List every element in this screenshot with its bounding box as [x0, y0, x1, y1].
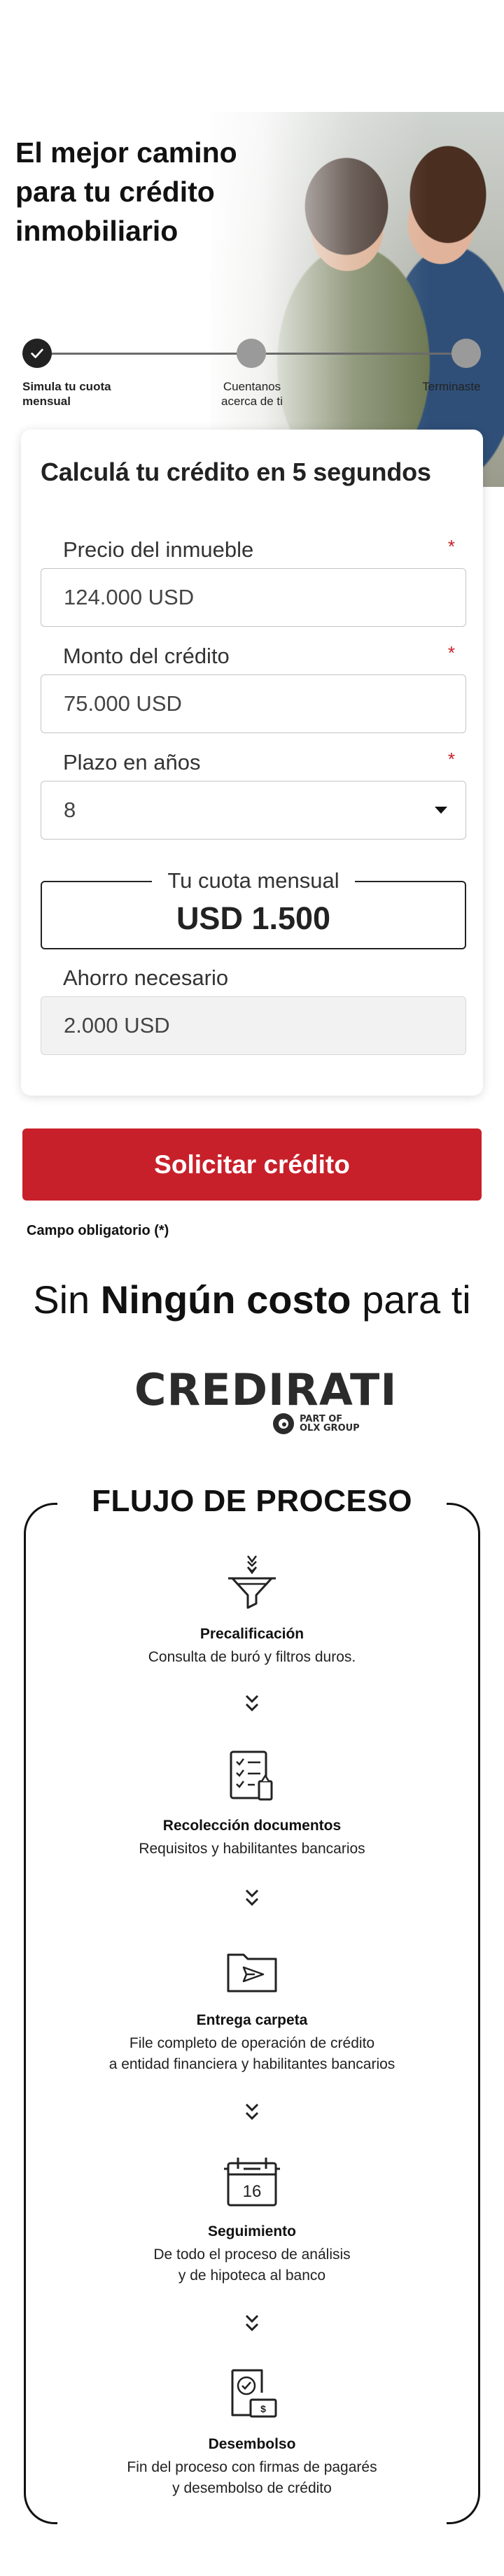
olx-circle-icon: [273, 1413, 294, 1434]
stage-2-desc: Requisitos y habilitantes bancarios: [139, 1841, 365, 1857]
logo-sub-text: PART OF OLX GROUP: [300, 1415, 360, 1433]
progress-stepper: Simula tu cuota mensual Cuentanos acerca…: [0, 315, 504, 409]
chevron-down-icon: [245, 1889, 259, 1906]
stage-4-desc-line1: De todo el proceso de análisis: [153, 2246, 351, 2263]
stage-4-desc-line2: y de hipoteca al banco: [178, 2267, 326, 2284]
step-2-dot: [237, 339, 266, 368]
savings-field: 2.000 USD: [41, 996, 466, 1055]
monthly-payment-label: Tu cuota mensual: [152, 868, 355, 893]
step-1-check-icon: [22, 339, 52, 368]
price-input[interactable]: 124.000 USD: [41, 568, 466, 627]
step-2-label-line1: Cuentanos: [223, 380, 281, 393]
chevron-down-icon: [245, 1694, 259, 1712]
no-cost-bold: Ningún costo: [100, 1278, 351, 1322]
process-stage-entrega: Entrega carpeta File completo de operaci…: [0, 1941, 504, 2075]
step-1-label-line1: Simula tu cuota: [22, 380, 111, 393]
hero-title-bold: El mejor camino: [15, 136, 237, 169]
checklist-document-icon: [230, 1750, 273, 1801]
stage-4-name: Seguimiento: [207, 2223, 296, 2239]
step-3-label: Terminaste: [413, 379, 490, 394]
credit-calculator-card: Calculá tu crédito en 5 segundos Precio …: [21, 430, 483, 1096]
stage-5-desc-line1: Fin del proceso con firmas de pagarés: [127, 2459, 377, 2475]
step-2-label-line2: acerca de ti: [221, 395, 283, 408]
monthly-payment-legend: Tu cuota mensual: [42, 868, 465, 893]
hero-title-line3: inmobiliario: [15, 215, 178, 247]
chevron-down-icon: [245, 2314, 259, 2332]
stage-3-desc-line2: a entidad financiera y habilitantes banc…: [108, 2056, 396, 2072]
stage-5-name: Desembolso: [208, 2436, 296, 2452]
price-required-mark: *: [447, 536, 455, 557]
hero-title-line2: para tu crédito: [15, 176, 215, 208]
term-required-mark: *: [447, 749, 455, 770]
step-1-label-line2: mensual: [22, 395, 71, 408]
stage-2-name: Recolección documentos: [162, 1818, 342, 1834]
logo-wordmark: CREDIRATI: [134, 1364, 398, 1415]
funnel-icon: [228, 1555, 276, 1609]
logo-sub-line2: OLX GROUP: [300, 1423, 360, 1434]
savings-label: Ahorro necesario: [63, 965, 229, 990]
monthly-payment-box: Tu cuota mensual USD 1.500: [41, 868, 466, 949]
credirati-logo: CREDIRATI PART OF OLX GROUP: [134, 1364, 396, 1434]
calendar-day-number: 16: [243, 2182, 262, 2201]
check-icon: [31, 348, 43, 358]
step-3-dot: [451, 339, 481, 368]
calendar-icon: 16: [224, 2158, 280, 2207]
process-stage-seguimiento: 16 Seguimiento De todo el proceso de aná…: [0, 2152, 504, 2286]
approval-money-icon: $: [231, 2369, 277, 2418]
stepper-line-2: [266, 353, 462, 355]
stage-1-name: Precalificación: [200, 1626, 304, 1642]
request-credit-button[interactable]: Solicitar crédito: [22, 1128, 482, 1201]
stage-5-desc-line2: y desembolso de crédito: [172, 2480, 332, 2496]
hero-title: El mejor camino para tu crédito inmobili…: [15, 133, 237, 250]
process-stage-desembolso: $ Desembolso Fin del proceso con firmas …: [0, 2365, 504, 2499]
stage-1-desc: Consulta de buró y filtros duros.: [148, 1649, 356, 1665]
calculator-title: Calculá tu crédito en 5 segundos: [41, 458, 431, 486]
required-field-note: Campo obligatorio (*): [27, 1223, 169, 1238]
monthly-payment-value: USD 1.500: [176, 900, 331, 936]
price-label: Precio del inmueble: [63, 537, 254, 562]
svg-text:$: $: [260, 2403, 266, 2414]
stepper-line-1: [38, 353, 248, 355]
amount-required-mark: *: [447, 642, 455, 663]
no-cost-tagline: Sin Ningún costo para ti: [0, 1277, 504, 1322]
process-flow-title: FLUJO DE PROCESO: [0, 1484, 504, 1519]
step-3-label-line1: Terminaste: [422, 380, 481, 393]
step-1-label: Simula tu cuota mensual: [22, 379, 111, 409]
chevron-down-icon: [245, 2103, 259, 2121]
logo-olx-badge: PART OF OLX GROUP: [273, 1413, 360, 1434]
process-stage-precalificacion: Precalificación Consulta de buró y filtr…: [0, 1555, 504, 1668]
chevron-down-icon[interactable]: [435, 807, 447, 814]
term-select[interactable]: 8: [41, 781, 466, 840]
stage-3-desc-line1: File completo de operación de crédito: [129, 2035, 375, 2051]
process-stage-recoleccion: Recolección documentos Requisitos y habi…: [0, 1746, 504, 1860]
amount-input[interactable]: 75.000 USD: [41, 674, 466, 733]
amount-label: Monto del crédito: [63, 644, 230, 668]
no-cost-pre: Sin: [33, 1278, 90, 1322]
folder-send-icon: [227, 1953, 277, 1993]
process-flow-title-text: FLUJO DE PROCESO: [82, 1484, 422, 1518]
term-label: Plazo en años: [63, 750, 201, 774]
stage-3-name: Entrega carpeta: [196, 2012, 308, 2028]
no-cost-post: para ti: [362, 1278, 471, 1322]
term-select-value: 8: [64, 798, 76, 822]
step-2-label: Cuentanos acerca de ti: [210, 379, 294, 409]
